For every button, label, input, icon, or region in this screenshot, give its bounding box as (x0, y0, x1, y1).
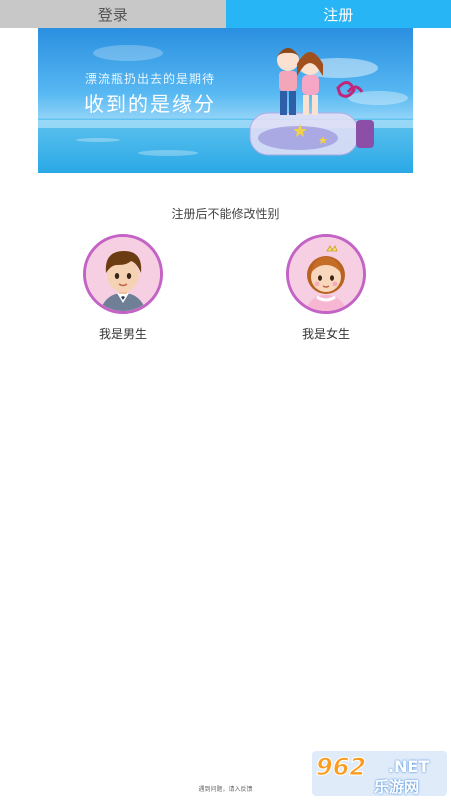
banner-slogan-large: 收到的是缘分 (84, 92, 216, 116)
male-label[interactable]: 我是男生 (63, 325, 183, 342)
tab-bar: 登录 注册 (0, 0, 451, 28)
watermark-net: .NET (388, 757, 430, 776)
tab-login[interactable]: 登录 (0, 0, 226, 28)
banner-slogan-small: 漂流瓶扔出去的是期待 (85, 72, 216, 86)
male-avatar-icon[interactable] (83, 234, 163, 314)
male-option[interactable]: 我是男生 (63, 234, 183, 342)
female-avatar-icon[interactable] (286, 234, 366, 314)
watermark-number: 962 (315, 753, 367, 782)
female-option[interactable]: 我是女生 (266, 234, 386, 342)
watermark-site: 乐游网 (374, 778, 420, 796)
tab-register[interactable]: 注册 (225, 0, 451, 28)
banner: 漂流瓶扔出去的是期待 收到的是缘分 (38, 28, 413, 173)
gender-note: 注册后不能修改性别 (171, 207, 280, 221)
site-watermark-logo: 962 .NET 乐游网 (312, 751, 447, 796)
female-label[interactable]: 我是女生 (266, 325, 386, 342)
